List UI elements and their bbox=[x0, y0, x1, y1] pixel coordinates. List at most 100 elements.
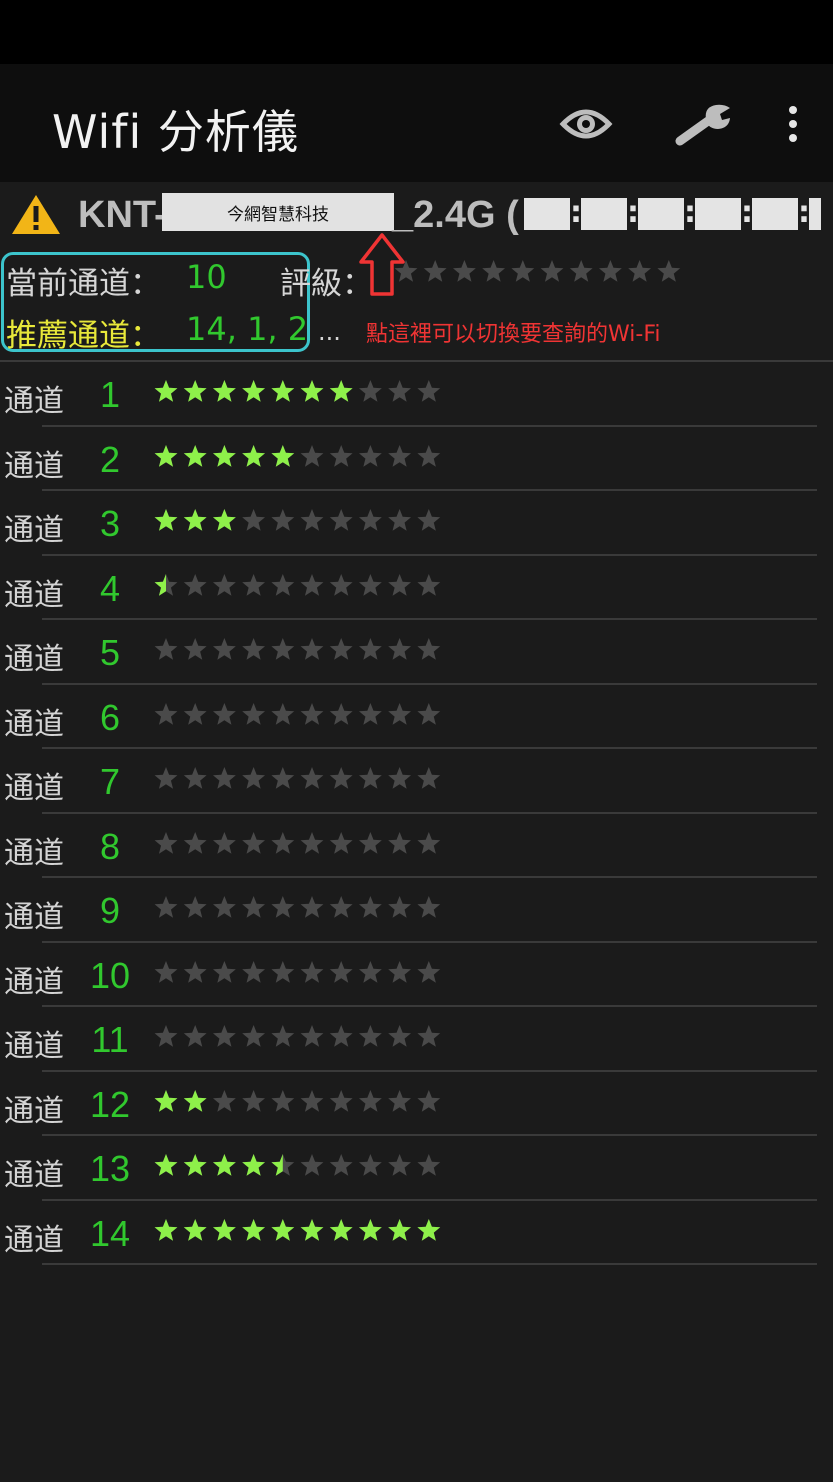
channel-number: 4 bbox=[99, 567, 121, 609]
more-options-button[interactable] bbox=[775, 94, 811, 154]
star-icon bbox=[212, 896, 236, 918]
star-filled-icon bbox=[212, 1154, 236, 1176]
star-rating bbox=[154, 767, 441, 789]
star-rating bbox=[154, 1154, 441, 1176]
star-filled-icon bbox=[300, 380, 324, 402]
channel-stars bbox=[154, 573, 446, 602]
channel-number: 2 bbox=[99, 438, 121, 480]
channel-row: 通道 1 bbox=[0, 362, 833, 427]
channel-number: 10 bbox=[89, 954, 131, 996]
star-icon bbox=[300, 509, 324, 531]
star-icon bbox=[212, 638, 236, 660]
star-icon bbox=[154, 638, 178, 660]
star-filled-icon bbox=[154, 444, 178, 467]
ssid-redaction-label: 今網智慧科技 bbox=[162, 193, 394, 231]
channel-label: 通道 bbox=[4, 1093, 64, 1129]
star-icon bbox=[358, 1025, 382, 1047]
channel-number: 9 bbox=[99, 890, 121, 931]
hint-annotation: 點這裡可以切換要查詢的Wi-Fi bbox=[366, 322, 661, 347]
star-icon bbox=[271, 638, 295, 660]
star-icon bbox=[329, 1154, 353, 1176]
channel-row: 通道 4 bbox=[0, 556, 833, 620]
channel-label: 通道 bbox=[4, 513, 64, 548]
channel-number: 13 bbox=[89, 1148, 131, 1189]
channel-label: 通道 bbox=[4, 448, 64, 484]
star-icon bbox=[271, 1025, 295, 1047]
star-rating bbox=[154, 638, 441, 660]
status-bar bbox=[0, 0, 833, 64]
star-icon bbox=[300, 896, 324, 918]
star-filled-icon bbox=[212, 509, 236, 531]
star-icon bbox=[388, 831, 412, 854]
star-rating bbox=[394, 260, 681, 282]
star-icon bbox=[183, 573, 207, 596]
star-icon bbox=[358, 638, 382, 660]
star-icon bbox=[329, 831, 353, 854]
star-icon bbox=[358, 831, 382, 854]
star-icon bbox=[482, 260, 506, 282]
star-filled-icon bbox=[417, 1218, 441, 1241]
channel-list: 通道 1 通道 2 通道 3 通道 4 通道 5 通道 6 通道 7 通道 8 通道 9 通道 10 通道 11 通道 12 通… bbox=[0, 362, 833, 1265]
ellipsis: ... bbox=[318, 318, 341, 346]
mac-redaction-block bbox=[524, 198, 570, 230]
channel-row: 通道 9 bbox=[0, 878, 833, 943]
star-icon bbox=[154, 831, 178, 854]
star-icon bbox=[388, 896, 412, 918]
star-filled-icon bbox=[154, 1154, 178, 1176]
star-icon bbox=[358, 1154, 382, 1176]
star-icon bbox=[329, 960, 353, 983]
star-icon bbox=[329, 1089, 353, 1112]
mac-address-redacted: : : : : : bbox=[524, 198, 821, 230]
channel-number: 8 bbox=[99, 825, 121, 867]
star-filled-icon bbox=[329, 380, 353, 402]
star-icon bbox=[242, 509, 266, 531]
star-icon bbox=[388, 380, 412, 402]
star-icon bbox=[329, 444, 353, 467]
star-filled-icon bbox=[183, 380, 207, 402]
channel-number: 5 bbox=[99, 632, 121, 673]
star-icon bbox=[417, 380, 441, 402]
network-selector[interactable]: KNT- 今網智慧科技 _2.4G ( : : : : : bbox=[0, 182, 833, 246]
star-filled-icon bbox=[154, 509, 178, 531]
view-button[interactable] bbox=[556, 94, 616, 154]
wrench-icon bbox=[675, 104, 730, 146]
star-icon bbox=[417, 1154, 441, 1176]
star-icon bbox=[300, 638, 324, 660]
star-icon bbox=[329, 638, 353, 660]
star-icon bbox=[183, 767, 207, 789]
ssid-prefix: KNT- bbox=[78, 194, 167, 236]
ssid-suffix: _2.4G ( bbox=[392, 194, 519, 236]
star-icon bbox=[329, 573, 353, 596]
star-icon bbox=[358, 896, 382, 918]
star-icon bbox=[271, 509, 295, 531]
star-icon bbox=[358, 1089, 382, 1112]
star-rating bbox=[154, 831, 441, 854]
star-icon bbox=[212, 831, 236, 854]
star-icon bbox=[183, 638, 207, 660]
star-icon bbox=[300, 960, 324, 983]
star-icon bbox=[154, 767, 178, 789]
mac-redaction-block bbox=[695, 198, 741, 230]
star-rating bbox=[154, 380, 441, 402]
star-filled-icon bbox=[212, 1218, 236, 1241]
channel-label: 通道 bbox=[4, 384, 64, 419]
star-icon bbox=[388, 1025, 412, 1047]
channel-label: 通道 bbox=[4, 771, 64, 806]
star-icon bbox=[242, 638, 266, 660]
channel-stars bbox=[154, 1154, 446, 1182]
star-icon bbox=[417, 702, 441, 725]
star-icon bbox=[271, 767, 295, 789]
star-filled-icon bbox=[154, 380, 178, 402]
star-icon bbox=[242, 960, 266, 983]
star-filled-icon bbox=[300, 1218, 324, 1241]
star-filled-icon bbox=[183, 1089, 207, 1112]
star-icon bbox=[271, 573, 295, 596]
star-icon bbox=[329, 767, 353, 789]
star-icon bbox=[271, 831, 295, 854]
channel-stars bbox=[154, 702, 446, 731]
tools-button[interactable] bbox=[672, 94, 736, 154]
star-icon bbox=[212, 1025, 236, 1047]
star-rating bbox=[154, 1218, 441, 1241]
star-filled-icon bbox=[183, 509, 207, 531]
channel-label: 通道 bbox=[4, 1158, 64, 1193]
